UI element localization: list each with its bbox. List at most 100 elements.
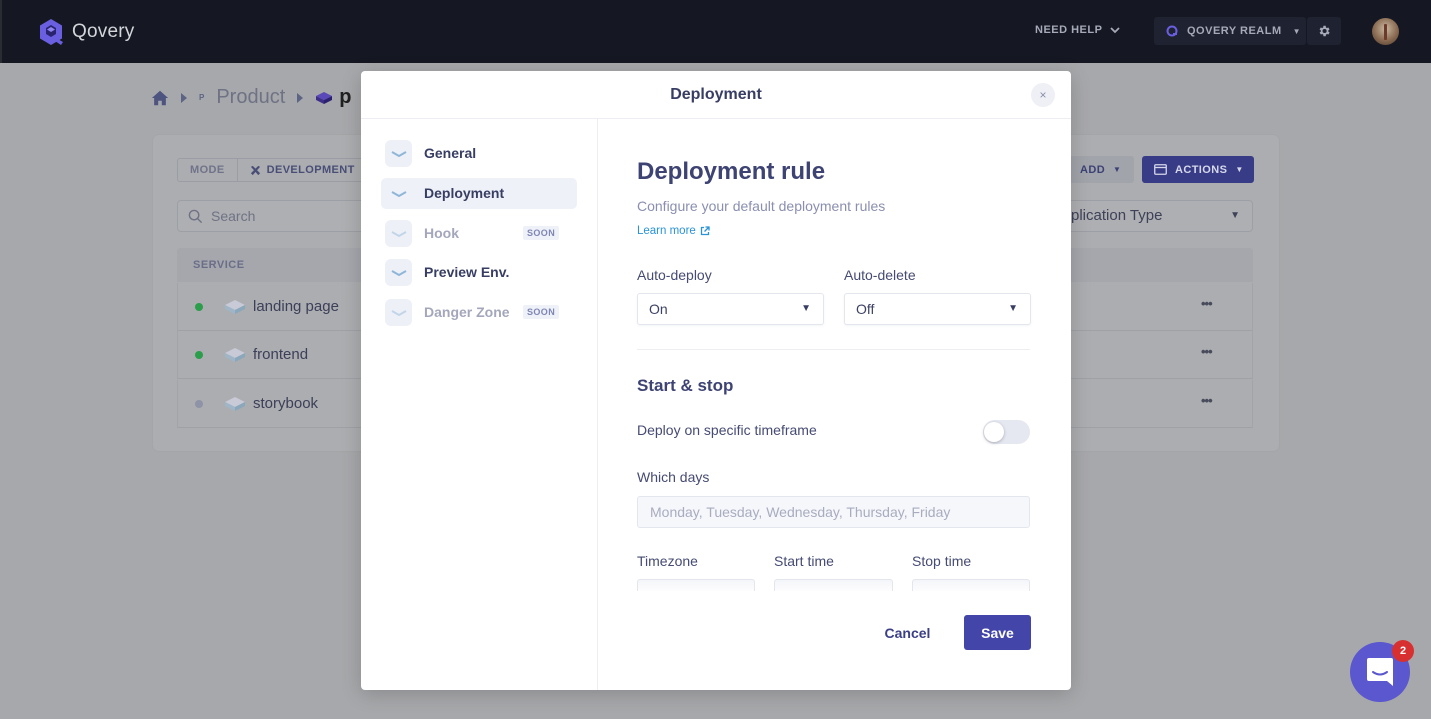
nav-label: Preview Env. [424, 264, 510, 280]
layers-icon [391, 190, 406, 197]
tools-icon [250, 165, 260, 175]
breadcrumb-project[interactable]: Product [216, 86, 285, 109]
layers-icon [391, 309, 406, 316]
mode-indicator: MODE DEVELOPMENT [177, 158, 368, 182]
section-heading: Deployment rule [637, 158, 826, 185]
chat-icon [1367, 658, 1393, 686]
breadcrumb-separator-icon [181, 92, 187, 103]
auto-delete-select[interactable]: Off ▼ [844, 293, 1031, 325]
section-description: Configure your default deployment rules [637, 198, 886, 214]
caret-down-icon: ▼ [1113, 165, 1122, 174]
top-navbar: Qovery NEED HELP QOVERY REALM ▼ [0, 0, 1431, 63]
service-icon [225, 397, 245, 411]
nav-label: Deployment [424, 185, 505, 201]
service-name: landing page [253, 298, 339, 315]
actions-button[interactable]: ACTIONS ▼ [1142, 156, 1254, 183]
start-time-input[interactable] [774, 579, 893, 591]
status-dot [195, 400, 203, 408]
service-icon [225, 348, 245, 362]
timezone-select[interactable] [637, 579, 755, 591]
nav-icon [385, 220, 412, 247]
qovery-logo-icon [40, 19, 63, 45]
timeframe-toggle-label: Deploy on specific timeframe [637, 422, 817, 438]
add-label: ADD [1080, 163, 1106, 176]
mode-label: MODE [178, 159, 238, 181]
caret-down-icon: ▼ [1292, 26, 1302, 36]
nav-icon [385, 140, 412, 167]
column-service: SERVICE [193, 259, 245, 271]
save-button[interactable]: Save [964, 615, 1031, 650]
modal-title: Deployment [670, 86, 762, 103]
start-stop-heading: Start & stop [637, 376, 734, 395]
auto-deploy-select[interactable]: On ▼ [637, 293, 824, 325]
service-search-input[interactable]: Search [177, 200, 377, 232]
start-time-label: Start time [774, 553, 834, 569]
nav-item-danger-zone[interactable]: Danger Zone SOON [381, 297, 577, 328]
need-help-label: NEED HELP [1035, 24, 1103, 36]
close-icon: × [1039, 88, 1047, 102]
soon-badge: SOON [523, 305, 560, 319]
nav-label: Danger Zone [424, 304, 510, 320]
auto-delete-value: Off [856, 301, 875, 317]
application-type-label: plication Type [1071, 207, 1163, 224]
nav-icon [385, 259, 412, 286]
add-button[interactable]: ADD ▼ [1064, 156, 1134, 183]
organization-icon [1166, 25, 1178, 37]
which-days-label: Which days [637, 469, 710, 485]
layers-icon [391, 150, 406, 157]
breadcrumb-separator-icon [297, 92, 304, 103]
need-help-menu[interactable]: NEED HELP [1035, 24, 1121, 36]
stop-time-label: Stop time [912, 553, 972, 569]
nav-item-deployment[interactable]: Deployment [381, 178, 577, 209]
status-dot [195, 351, 203, 359]
nav-label: General [424, 145, 477, 161]
which-days-input[interactable] [637, 496, 1030, 528]
more-options-icon[interactable]: ••• [1201, 393, 1213, 408]
layers-icon [391, 230, 406, 237]
caret-down-icon: ▼ [1008, 303, 1018, 314]
external-link-icon [700, 226, 710, 236]
user-avatar[interactable] [1372, 18, 1399, 45]
cancel-button[interactable]: Cancel [870, 615, 945, 650]
nav-icon [385, 180, 412, 207]
toggle-knob [984, 422, 1004, 442]
nav-label: Hook [424, 225, 459, 241]
service-name: storybook [253, 395, 319, 412]
application-type-filter[interactable]: plication Type ▼ [1040, 200, 1253, 232]
more-options-icon[interactable]: ••• [1201, 296, 1213, 311]
status-dot [195, 303, 203, 311]
mode-value: DEVELOPMENT [238, 159, 367, 181]
modal-header: Deployment × [361, 71, 1071, 119]
organization-switcher[interactable]: QOVERY REALM ▼ [1154, 17, 1306, 45]
deployment-settings-modal: Deployment × General Deployment Hook SOO… [361, 71, 1071, 690]
caret-down-icon: ▼ [1235, 165, 1244, 174]
gear-icon [1319, 25, 1330, 37]
soon-badge: SOON [523, 226, 560, 240]
nav-item-general[interactable]: General [381, 138, 577, 169]
timeframe-toggle[interactable] [983, 420, 1030, 444]
nav-icon [385, 299, 412, 326]
settings-nav: General Deployment Hook SOON Preview Env… [361, 119, 598, 690]
stop-time-input[interactable] [912, 579, 1030, 591]
auto-deploy-value: On [649, 301, 668, 317]
breadcrumb-environment[interactable]: p [315, 86, 352, 109]
home-icon[interactable] [151, 89, 169, 107]
mode-value-label: DEVELOPMENT [266, 164, 355, 176]
environment-name: p [339, 86, 352, 108]
search-icon [188, 209, 203, 223]
environment-icon [316, 91, 333, 104]
nav-item-hook[interactable]: Hook SOON [381, 218, 577, 249]
calendar-icon [1154, 164, 1167, 175]
learn-more-link[interactable]: Learn more [637, 225, 710, 237]
settings-button[interactable] [1307, 17, 1341, 45]
divider [637, 349, 1030, 350]
unread-badge: 2 [1392, 640, 1414, 662]
close-button[interactable]: × [1031, 83, 1055, 107]
nav-item-preview-env[interactable]: Preview Env. [381, 257, 577, 288]
more-options-icon[interactable]: ••• [1201, 344, 1213, 359]
service-name: frontend [253, 346, 309, 363]
auto-delete-label: Auto-delete [844, 267, 916, 283]
brand-logo[interactable]: Qovery [36, 17, 134, 47]
layers-icon [391, 269, 406, 276]
actions-label: ACTIONS [1175, 163, 1228, 176]
